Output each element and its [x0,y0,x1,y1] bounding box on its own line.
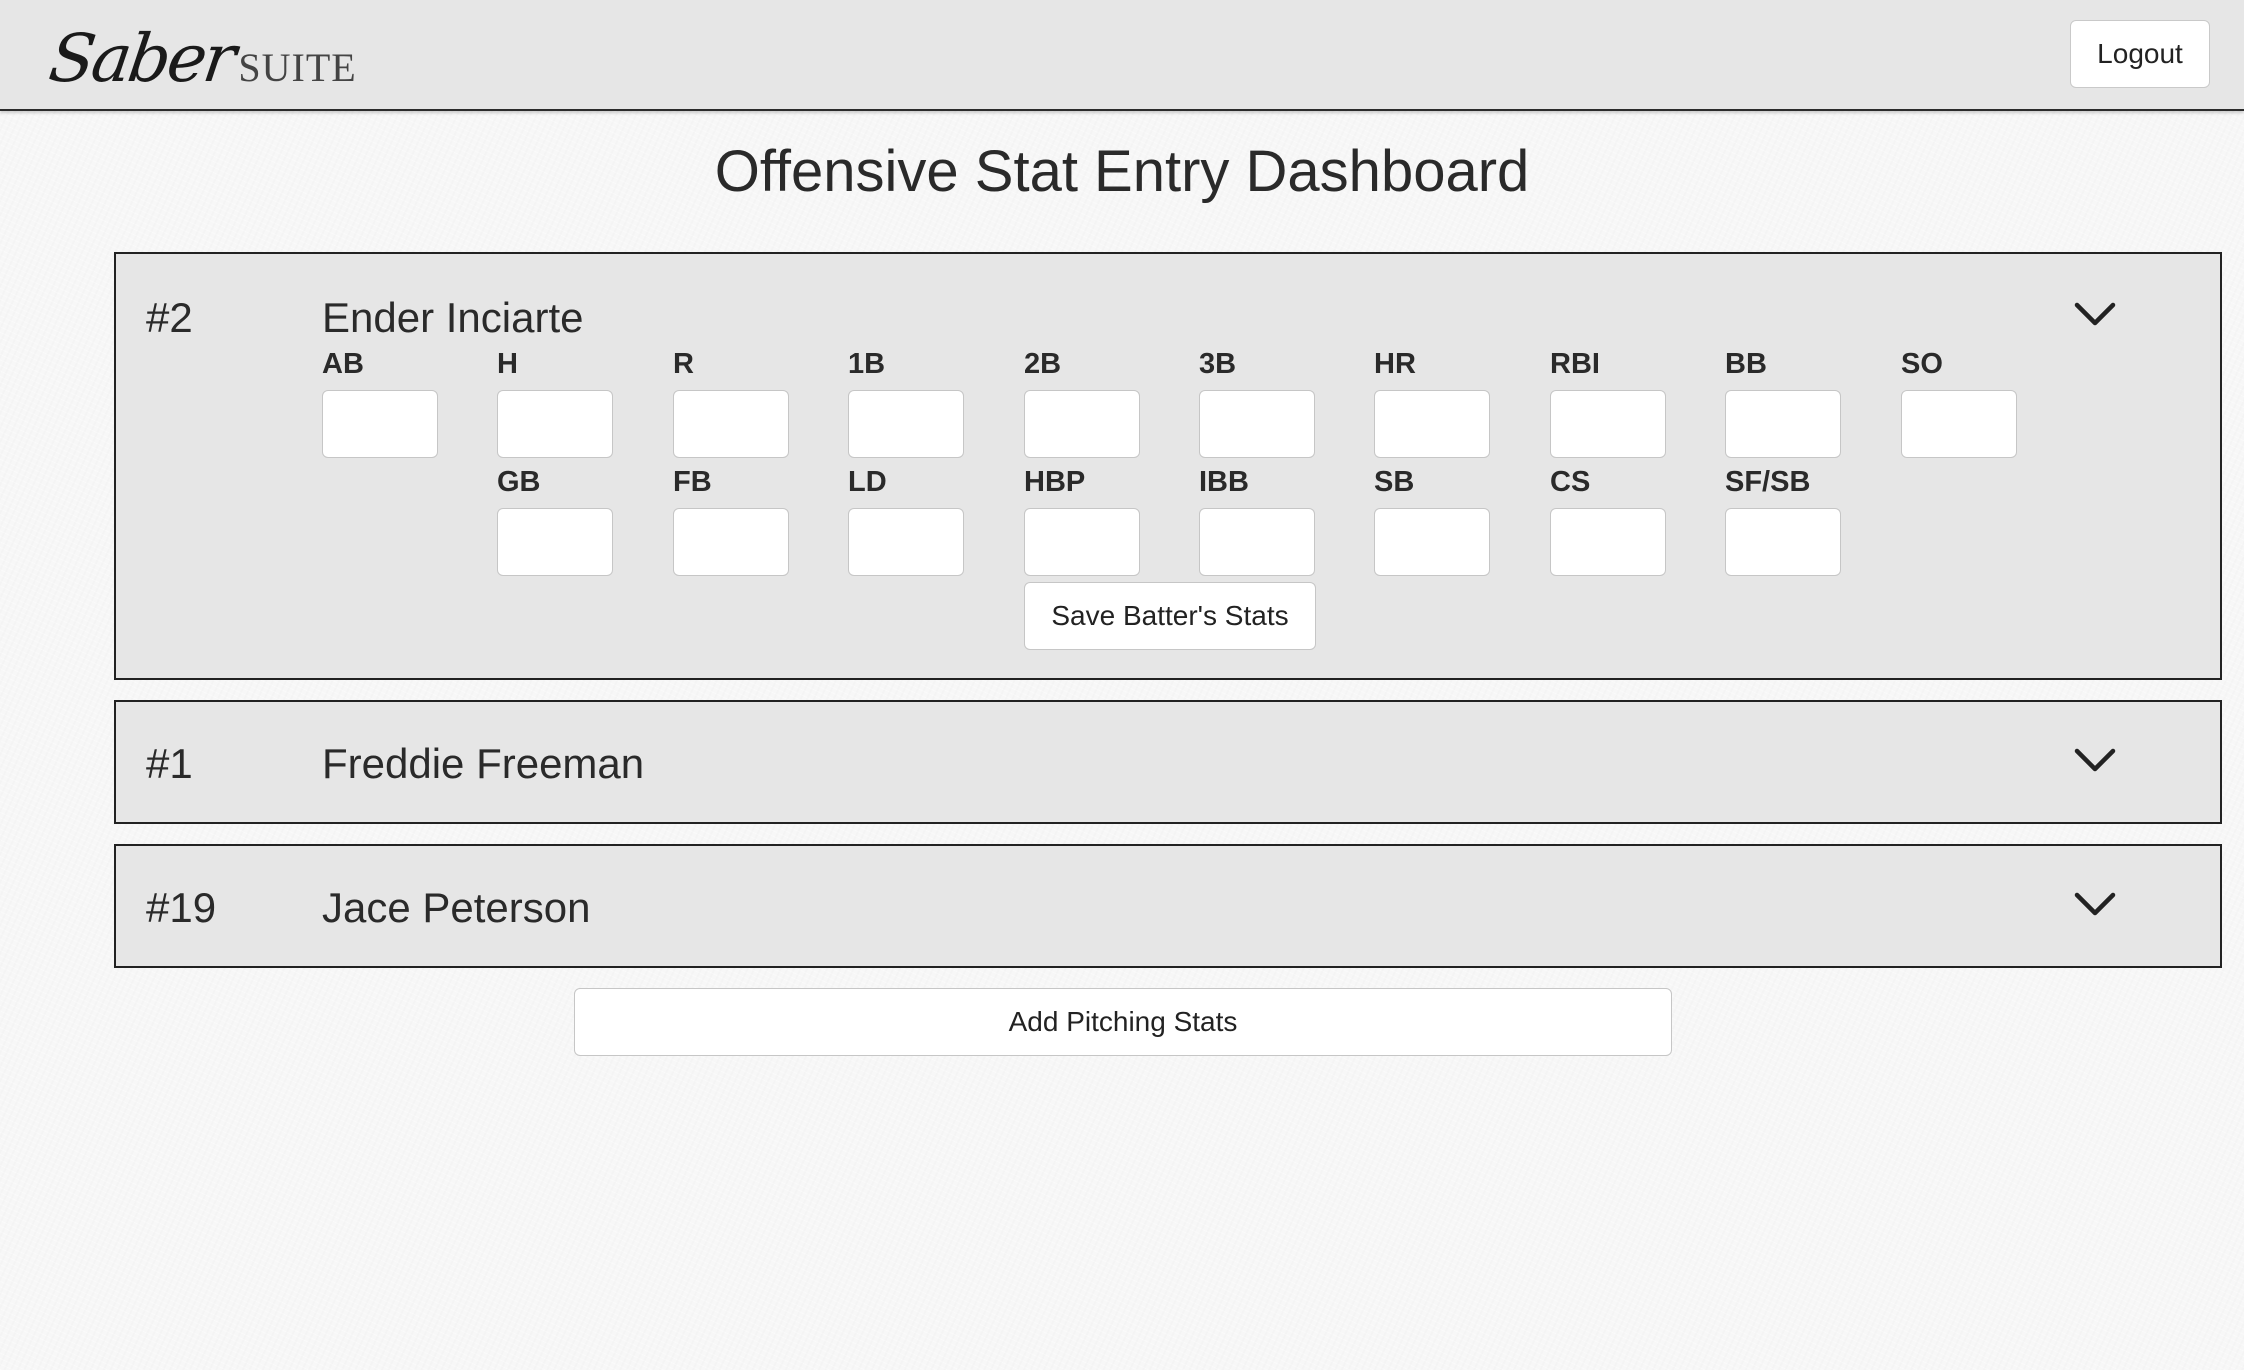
stat-input-1b[interactable] [848,390,964,458]
stat-input-so[interactable] [1901,390,2017,458]
stat-label: IBB [1199,466,1249,498]
player-panel-ender-inciarte: #2 Ender Inciarte AB H R 1B 2B 3B HR RBI… [114,252,2222,680]
stat-field-sb: SB [1374,466,1490,576]
stat-label: 1B [848,348,886,380]
stat-label: SB [1374,466,1415,498]
stat-input-hbp[interactable] [1024,508,1140,576]
stat-label: SO [1901,348,1943,380]
stat-input-2b[interactable] [1024,390,1140,458]
stat-label: 3B [1199,348,1237,380]
stat-label: GB [497,466,541,498]
top-navbar: Saber SUITE Logout [0,0,2244,111]
stat-input-3b[interactable] [1199,390,1315,458]
stat-input-gb[interactable] [497,508,613,576]
stat-field-so: SO [1901,348,2017,458]
stat-input-ibb[interactable] [1199,508,1315,576]
stat-field-cs: CS [1550,466,1666,576]
logout-button[interactable]: Logout [2070,20,2210,88]
player-number: #1 [146,740,193,787]
stat-field-bb: BB [1725,348,1841,458]
stat-label: HR [1374,348,1416,380]
stat-input-h[interactable] [497,390,613,458]
chevron-down-icon[interactable] [2074,302,2116,328]
sabersuite-logo[interactable]: Saber SUITE [45,12,357,97]
stat-input-sb[interactable] [1374,508,1490,576]
chevron-down-icon[interactable] [2074,748,2116,774]
stat-field-fb: FB [673,466,789,576]
logo-suite-text: SUITE [238,45,357,90]
stat-label: 2B [1024,348,1062,380]
player-panel-jace-peterson[interactable]: #19 Jace Peterson [114,844,2222,968]
stat-field-1b: 1B [848,348,964,458]
stat-input-sf-sb[interactable] [1725,508,1841,576]
stat-label: R [673,348,694,380]
stat-input-hr[interactable] [1374,390,1490,458]
player-name: Freddie Freeman [322,740,645,787]
stat-field-r: R [673,348,789,458]
stat-label: SF/SB [1725,466,1811,498]
stat-field-2b: 2B [1024,348,1140,458]
stat-label: LD [848,466,887,498]
stat-label: BB [1725,348,1767,380]
player-panel-freddie-freeman[interactable]: #1 Freddie Freeman [114,700,2222,824]
stat-input-bb[interactable] [1725,390,1841,458]
stat-field-gb: GB [497,466,613,576]
stat-label: RBI [1550,348,1600,380]
player-name: Jace Peterson [322,884,591,931]
logo-saber-text: Saber [44,20,238,97]
stat-input-fb[interactable] [673,508,789,576]
save-batter-stats-button[interactable]: Save Batter's Stats [1024,582,1316,650]
stat-field-h: H [497,348,613,458]
add-pitching-stats-button[interactable]: Add Pitching Stats [574,988,1672,1056]
stat-field-sf-sb: SF/SB [1725,466,1841,576]
stat-field-hr: HR [1374,348,1490,458]
player-number: #2 [146,294,193,341]
stat-field-hbp: HBP [1024,466,1140,576]
stat-field-ab: AB [322,348,438,458]
stat-field-ibb: IBB [1199,466,1315,576]
stat-label: HBP [1024,466,1086,498]
stat-input-ld[interactable] [848,508,964,576]
stat-field-ld: LD [848,466,964,576]
stat-field-3b: 3B [1199,348,1315,458]
stat-input-ab[interactable] [322,390,438,458]
page-title: Offensive Stat Entry Dashboard [714,139,1530,204]
stat-label: FB [673,466,712,498]
stat-field-rbi: RBI [1550,348,1666,458]
stat-input-r[interactable] [673,390,789,458]
player-number: #19 [146,884,217,931]
stat-input-cs[interactable] [1550,508,1666,576]
player-name: Ender Inciarte [322,294,584,341]
stat-label: CS [1550,466,1591,498]
stat-input-rbi[interactable] [1550,390,1666,458]
chevron-down-icon[interactable] [2074,892,2116,918]
stat-label: H [497,348,518,380]
stat-label: AB [322,348,364,380]
